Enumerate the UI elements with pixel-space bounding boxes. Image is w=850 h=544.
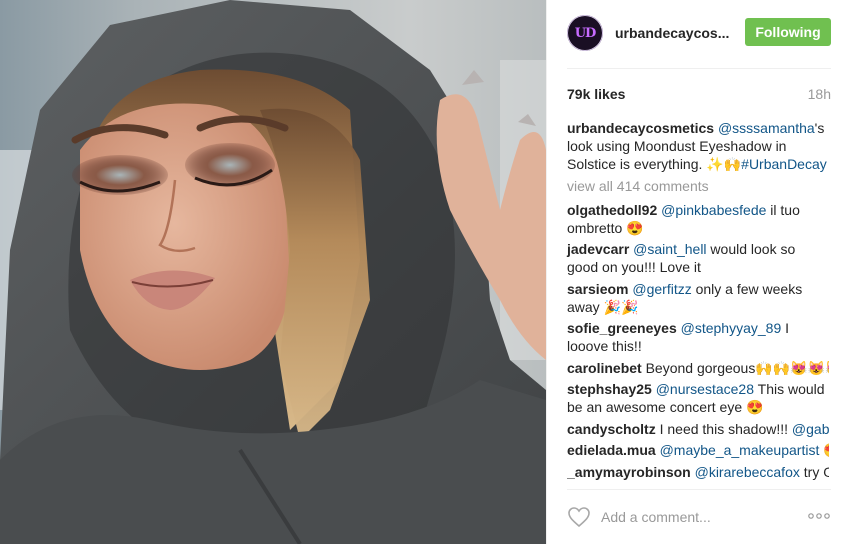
comment-text: Beyond gorgeous🙌🙌😻😻😻 bbox=[641, 359, 829, 376]
comment: sofie_greeneyes @stephyyay_89 I looove t… bbox=[567, 319, 829, 355]
comment-user[interactable]: sarsieom bbox=[567, 281, 628, 297]
comment-user[interactable]: _amymayrobinson bbox=[567, 464, 691, 480]
comment-text: try OIL bbox=[803, 463, 829, 480]
avatar[interactable]: UD bbox=[567, 15, 603, 51]
comment: jadevcarr @saint_hell would look so good… bbox=[567, 240, 829, 276]
comment-user[interactable]: edielada.mua bbox=[567, 442, 656, 458]
comment-user[interactable]: jadevcarr bbox=[567, 241, 629, 257]
comment-user[interactable]: stephshay25 bbox=[567, 381, 652, 397]
heart-icon[interactable] bbox=[567, 506, 591, 528]
ellipsis-icon[interactable] bbox=[807, 510, 831, 522]
post-time[interactable]: 18h bbox=[808, 86, 831, 102]
comment-mention[interactable]: @stephyyay_89 bbox=[681, 320, 782, 336]
caption-mention[interactable]: @ssssamantha bbox=[718, 120, 815, 136]
caption-hashtag[interactable]: #UrbanDecay bbox=[741, 156, 827, 172]
comment-mention[interactable]: @pinkbabesfede bbox=[661, 202, 766, 218]
comment-text: 😍 bbox=[819, 442, 829, 458]
post-sidebar: UD urbandecaycos... Following 79k likes … bbox=[546, 0, 850, 544]
comment: sarsieom @gerfitzz only a few weeks away… bbox=[567, 280, 829, 316]
caption-user[interactable]: urbandecaycosmetics bbox=[567, 120, 714, 136]
header-divider bbox=[567, 68, 831, 69]
comment-mention[interactable]: @nursestace28 bbox=[656, 381, 754, 397]
comment-mention[interactable]: @kirarebeccafox bbox=[695, 464, 800, 480]
post-header: UD urbandecaycos... Following bbox=[567, 12, 831, 54]
likes-row: 79k likes 18h bbox=[567, 86, 831, 102]
comment: carolinebet Beyond gorgeous🙌🙌😻😻😻 bbox=[567, 359, 829, 377]
comment: olgathedoll92 @pinkbabesfede il tuo ombr… bbox=[567, 201, 829, 237]
post-username[interactable]: urbandecaycos... bbox=[615, 25, 741, 41]
comment: edielada.mua @maybe_a_makeupartist 😍 bbox=[567, 441, 829, 459]
post-footer bbox=[567, 489, 831, 544]
comment-user[interactable]: olgathedoll92 bbox=[567, 202, 657, 218]
caption: urbandecaycosmetics @ssssamantha's look … bbox=[567, 119, 829, 173]
comment-user[interactable]: candyscholtz bbox=[567, 421, 656, 437]
comments-list: urbandecaycosmetics @ssssamantha's look … bbox=[567, 119, 829, 484]
comment-user[interactable]: carolinebet bbox=[567, 360, 642, 376]
post-image bbox=[0, 0, 546, 544]
comment-mention[interactable]: @maybe_a_makeupartist bbox=[660, 442, 820, 458]
comment: _amymayrobinson @kirarebeccafox try OIL bbox=[567, 463, 829, 481]
instagram-post: UD urbandecaycos... Following 79k likes … bbox=[0, 0, 850, 544]
comment-mention[interactable]: @saint_hell bbox=[633, 241, 706, 257]
following-button[interactable]: Following bbox=[745, 18, 831, 46]
comment: stephshay25 @nursestace28 This would be … bbox=[567, 380, 829, 416]
add-comment-input[interactable] bbox=[599, 508, 783, 526]
likes-count[interactable]: 79k likes bbox=[567, 86, 625, 102]
comment-user[interactable]: sofie_greeneyes bbox=[567, 320, 677, 336]
comment-mention[interactable]: @gerfitzz bbox=[632, 281, 691, 297]
post-photo[interactable] bbox=[0, 0, 546, 544]
comment: candyscholtz I need this shadow!!! @gabi… bbox=[567, 420, 829, 438]
avatar-logo: UD bbox=[574, 25, 597, 41]
comment-mention[interactable]: @gabi_h bbox=[792, 421, 829, 437]
comment-text: I need this shadow!!! bbox=[655, 420, 792, 437]
view-all-comments[interactable]: view all 414 comments bbox=[567, 177, 829, 195]
